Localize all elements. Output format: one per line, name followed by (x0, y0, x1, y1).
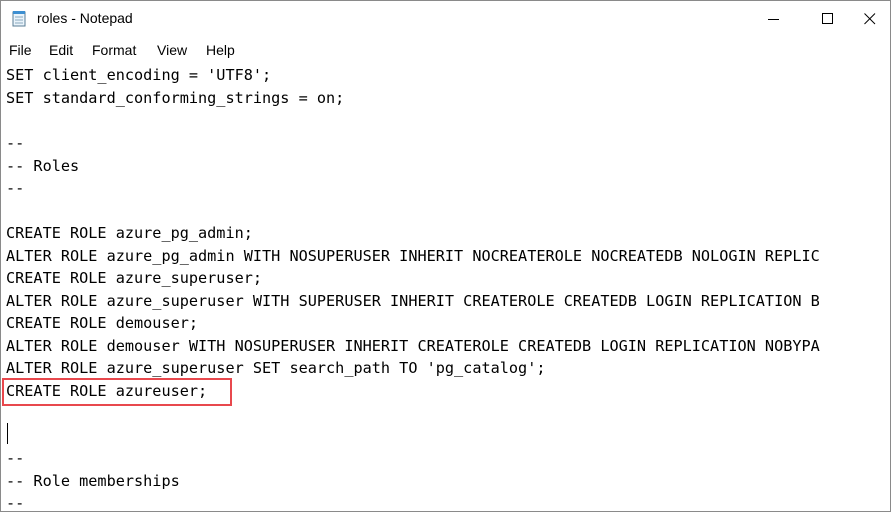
editor-line: -- Roles (6, 157, 80, 175)
minimize-icon (768, 19, 779, 20)
editor-line: CREATE ROLE azure_pg_admin; (6, 224, 253, 242)
editor-line: ALTER ROLE azure_superuser SET search_pa… (6, 359, 546, 377)
highlight-box (2, 378, 232, 406)
text-caret (7, 423, 8, 444)
menu-view[interactable]: View (157, 42, 187, 58)
maximize-icon (822, 13, 833, 24)
menu-help[interactable]: Help (206, 42, 235, 58)
editor-line: ALTER ROLE azure_superuser WITH SUPERUSE… (6, 292, 820, 310)
text-editor[interactable]: SET client_encoding = 'UTF8'; SET standa… (1, 62, 890, 511)
menu-file[interactable]: File (9, 42, 32, 58)
notepad-icon (11, 10, 27, 27)
editor-line: -- (6, 449, 25, 467)
editor-line: CREATE ROLE azure_superuser; (6, 269, 263, 287)
editor-line: SET standard_conforming_strings = on; (6, 89, 345, 107)
maximize-button[interactable] (805, 1, 851, 37)
minimize-button[interactable] (751, 1, 797, 37)
editor-line: -- (6, 134, 25, 152)
editor-line: -- Role memberships (6, 472, 180, 490)
menu-bar: File Edit Format View Help (1, 39, 890, 61)
editor-line: ALTER ROLE azure_pg_admin WITH NOSUPERUS… (6, 247, 820, 265)
menu-edit[interactable]: Edit (49, 42, 73, 58)
notepad-window: roles - Notepad File Edit Format View He… (0, 0, 891, 512)
editor-line: -- (6, 494, 25, 511)
editor-line: ALTER ROLE demouser WITH NOSUPERUSER INH… (6, 337, 820, 355)
editor-line: CREATE ROLE demouser; (6, 314, 199, 332)
editor-line: -- (6, 179, 25, 197)
window-title: roles - Notepad (37, 10, 133, 26)
close-button[interactable] (847, 1, 890, 37)
menu-format[interactable]: Format (92, 42, 136, 58)
title-bar[interactable]: roles - Notepad (1, 1, 890, 37)
editor-line: SET client_encoding = 'UTF8'; (6, 66, 272, 84)
close-icon (864, 13, 876, 25)
